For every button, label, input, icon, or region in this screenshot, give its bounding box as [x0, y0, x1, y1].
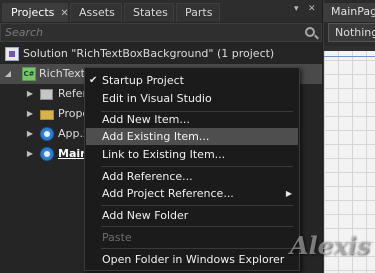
menu-item-edit-in-visual-studio[interactable]: Edit in Visual Studio: [86, 90, 298, 107]
close-icon[interactable]: ✕: [60, 8, 68, 19]
solution-label: Solution "RichTextBoxBackground" (1 proj…: [23, 47, 275, 60]
menu-item-add-project-reference[interactable]: Add Project Reference... ▶: [86, 185, 298, 202]
pin-icon[interactable]: ▾: [294, 4, 299, 14]
expand-arrow-icon[interactable]: ▶: [26, 124, 34, 144]
menu-item-add-existing-item[interactable]: Add Existing Item...: [86, 128, 298, 145]
context-menu: ✔ Startup Project Edit in Visual Studio …: [84, 67, 300, 271]
menu-separator: [101, 248, 293, 249]
menu-item-add-new-folder[interactable]: Add New Folder: [86, 207, 298, 224]
tab-label: Projects: [11, 6, 55, 19]
menu-separator: [101, 205, 293, 206]
csharp-project-icon: C#: [22, 67, 36, 81]
menu-item-startup-project[interactable]: ✔ Startup Project: [86, 72, 298, 89]
menu-item-link-existing-item[interactable]: Link to Existing Item...: [86, 146, 298, 163]
menu-item-label: Startup Project: [102, 74, 184, 87]
menu-item-add-new-item[interactable]: Add New Item...: [86, 111, 298, 128]
menu-separator: [101, 226, 293, 227]
xaml-file-icon: [40, 127, 54, 141]
menu-item-open-folder-explorer[interactable]: Open Folder in Windows Explorer: [86, 251, 298, 268]
tab-parts[interactable]: Parts: [176, 3, 220, 22]
close-panel-icon[interactable]: ✕: [308, 4, 316, 14]
references-icon: [40, 89, 53, 100]
search-box: [0, 23, 322, 42]
folder-icon: [40, 110, 54, 120]
expand-arrow-icon[interactable]: ▶: [26, 84, 34, 104]
element-dropdown[interactable]: Nothing: [328, 23, 375, 42]
checkmark-icon: ✔: [89, 75, 98, 86]
search-input[interactable]: [5, 25, 235, 40]
design-surface-header: [324, 46, 375, 51]
design-guide-line: [324, 56, 375, 57]
search-icon[interactable]: [305, 27, 315, 37]
panel-tab-strip: Projects ✕ Assets States Parts ▾ ✕: [0, 0, 322, 22]
tab-mainpage[interactable]: MainPage.xaml: [324, 3, 375, 22]
solution-row[interactable]: Solution "RichTextBoxBackground" (1 proj…: [0, 44, 322, 64]
menu-item-paste: Paste: [102, 231, 132, 244]
menu-separator: [101, 166, 293, 167]
watermark-text: Alexis: [290, 231, 370, 260]
menu-item-add-reference[interactable]: Add Reference...: [86, 168, 298, 185]
expand-arrow-icon[interactable]: ◢: [4, 64, 12, 84]
expand-arrow-icon[interactable]: ▶: [26, 144, 34, 164]
solution-icon: [5, 47, 19, 61]
menu-item-label: Add Project Reference...: [102, 187, 234, 200]
expand-arrow-icon[interactable]: ▶: [26, 104, 34, 124]
tab-assets[interactable]: Assets: [70, 3, 122, 22]
tab-states[interactable]: States: [124, 3, 174, 22]
xaml-file-icon: [40, 147, 54, 161]
chevron-right-icon: ▶: [285, 189, 292, 198]
tab-projects[interactable]: Projects ✕: [2, 3, 69, 22]
